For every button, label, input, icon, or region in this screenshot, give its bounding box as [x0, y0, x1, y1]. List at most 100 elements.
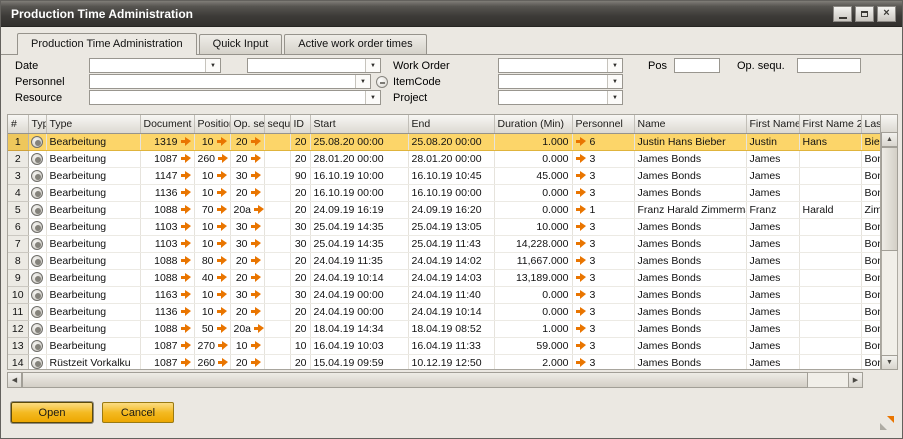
link-arrow-icon[interactable] [251, 273, 261, 282]
link-arrow-icon[interactable] [181, 188, 191, 197]
link-arrow-icon[interactable] [576, 137, 586, 146]
table-row[interactable]: 2Bearbeitung1087260202028.01.20 00:0028.… [8, 150, 881, 167]
column-header-document[interactable]: Document [140, 115, 194, 133]
link-arrow-icon[interactable] [251, 137, 261, 146]
column-header-duration[interactable]: Duration (Min) [494, 115, 572, 133]
link-arrow-icon[interactable] [218, 341, 228, 350]
link-arrow-icon[interactable] [251, 290, 261, 299]
link-arrow-icon[interactable] [181, 222, 191, 231]
link-arrow-icon[interactable] [576, 358, 586, 367]
link-arrow-icon[interactable] [251, 188, 261, 197]
minimize-button[interactable] [833, 6, 852, 22]
link-arrow-icon[interactable] [251, 358, 261, 367]
link-arrow-icon[interactable] [576, 324, 586, 333]
scroll-right-icon[interactable] [848, 372, 863, 388]
table-row[interactable]: 9Bearbeitung108840202024.04.19 10:1424.0… [8, 269, 881, 286]
restore-button[interactable] [855, 6, 874, 22]
link-arrow-icon[interactable] [181, 205, 191, 214]
link-arrow-icon[interactable] [181, 358, 191, 367]
link-arrow-icon[interactable] [181, 273, 191, 282]
op-sequ-input[interactable] [798, 59, 860, 72]
link-arrow-icon[interactable] [217, 188, 227, 197]
pos-input[interactable] [675, 59, 719, 72]
work-order-input[interactable] [499, 59, 607, 72]
link-arrow-icon[interactable] [217, 324, 227, 333]
personnel-input[interactable] [90, 75, 355, 88]
column-header-id[interactable]: ID [290, 115, 310, 133]
scroll-down-icon[interactable] [881, 355, 898, 370]
vertical-scroll-thumb[interactable] [881, 147, 898, 251]
resize-grip-icon[interactable] [879, 416, 894, 431]
column-header-personnel[interactable]: Personnel [572, 115, 634, 133]
column-header-first_name[interactable]: First Name [746, 115, 799, 133]
link-arrow-icon[interactable] [576, 256, 586, 265]
column-header-last_name[interactable]: Last Name [861, 115, 881, 133]
table-row[interactable]: 1Bearbeitung131910202025.08.20 00:0025.0… [8, 133, 881, 150]
link-arrow-icon[interactable] [251, 171, 261, 180]
personnel-choose-from-list-icon[interactable] [376, 76, 388, 88]
link-arrow-icon[interactable] [218, 358, 228, 367]
table-row[interactable]: 7Bearbeitung110310303025.04.19 14:3525.0… [8, 235, 881, 252]
project-input[interactable] [499, 91, 607, 104]
close-button[interactable]: × [877, 6, 896, 22]
table-row[interactable]: 13Bearbeitung1087270101016.04.19 10:0316… [8, 337, 881, 354]
link-arrow-icon[interactable] [217, 137, 227, 146]
link-arrow-icon[interactable] [251, 154, 261, 163]
scroll-left-icon[interactable] [7, 372, 22, 388]
table-row[interactable]: 11Bearbeitung113610202024.04.19 00:0024.… [8, 303, 881, 320]
link-arrow-icon[interactable] [181, 341, 191, 350]
column-header-typ[interactable]: Typ [28, 115, 46, 133]
link-arrow-icon[interactable] [251, 307, 261, 316]
column-header-position[interactable]: Position [194, 115, 230, 133]
link-arrow-icon[interactable] [576, 273, 586, 282]
link-arrow-icon[interactable] [217, 307, 227, 316]
link-arrow-icon[interactable] [181, 307, 191, 316]
column-header-type[interactable]: Type [46, 115, 140, 133]
item-code-dropdown-icon[interactable] [607, 75, 622, 88]
link-arrow-icon[interactable] [217, 222, 227, 231]
link-arrow-icon[interactable] [181, 324, 191, 333]
date-from-input[interactable] [90, 59, 205, 72]
link-arrow-icon[interactable] [218, 154, 228, 163]
link-arrow-icon[interactable] [576, 205, 586, 214]
table-row[interactable]: 10Bearbeitung116310303024.04.19 00:0024.… [8, 286, 881, 303]
resource-dropdown-icon[interactable] [365, 91, 380, 104]
link-arrow-icon[interactable] [254, 324, 264, 333]
column-header-first_name_2[interactable]: First Name 2 [799, 115, 861, 133]
tab-quick-input[interactable]: Quick Input [199, 34, 283, 54]
personnel-dropdown-icon[interactable] [355, 75, 370, 88]
link-arrow-icon[interactable] [217, 273, 227, 282]
column-header-num[interactable]: # [8, 115, 28, 133]
table-row[interactable]: 14Rüstzeit Vorkalku1087260202015.04.19 0… [8, 354, 881, 370]
link-arrow-icon[interactable] [576, 188, 586, 197]
link-arrow-icon[interactable] [254, 205, 264, 214]
link-arrow-icon[interactable] [251, 239, 261, 248]
link-arrow-icon[interactable] [181, 256, 191, 265]
date-from-dropdown-icon[interactable] [205, 59, 220, 72]
table-row[interactable]: 8Bearbeitung108880202024.04.19 11:3524.0… [8, 252, 881, 269]
link-arrow-icon[interactable] [576, 239, 586, 248]
project-dropdown-icon[interactable] [607, 91, 622, 104]
table-row[interactable]: 3Bearbeitung114710309016.10.19 10:0016.1… [8, 167, 881, 184]
table-row[interactable]: 12Bearbeitung10885020a2018.04.19 14:3418… [8, 320, 881, 337]
open-button[interactable]: Open [11, 402, 93, 423]
link-arrow-icon[interactable] [576, 307, 586, 316]
link-arrow-icon[interactable] [181, 239, 191, 248]
cancel-button[interactable]: Cancel [102, 402, 174, 423]
link-arrow-icon[interactable] [576, 154, 586, 163]
table-row[interactable]: 6Bearbeitung110310303025.04.19 14:3525.0… [8, 218, 881, 235]
date-to-dropdown-icon[interactable] [365, 59, 380, 72]
link-arrow-icon[interactable] [217, 205, 227, 214]
link-arrow-icon[interactable] [217, 256, 227, 265]
table-row[interactable]: 4Bearbeitung113610202016.10.19 00:0016.1… [8, 184, 881, 201]
work-order-dropdown-icon[interactable] [607, 59, 622, 72]
link-arrow-icon[interactable] [181, 154, 191, 163]
column-header-start[interactable]: Start [310, 115, 408, 133]
date-to-input[interactable] [248, 59, 365, 72]
vertical-scrollbar[interactable] [881, 132, 898, 370]
link-arrow-icon[interactable] [576, 290, 586, 299]
horizontal-scrollbar[interactable] [7, 372, 863, 388]
column-header-name[interactable]: Name [634, 115, 746, 133]
link-arrow-icon[interactable] [251, 256, 261, 265]
title-bar[interactable]: Production Time Administration × [1, 1, 902, 27]
